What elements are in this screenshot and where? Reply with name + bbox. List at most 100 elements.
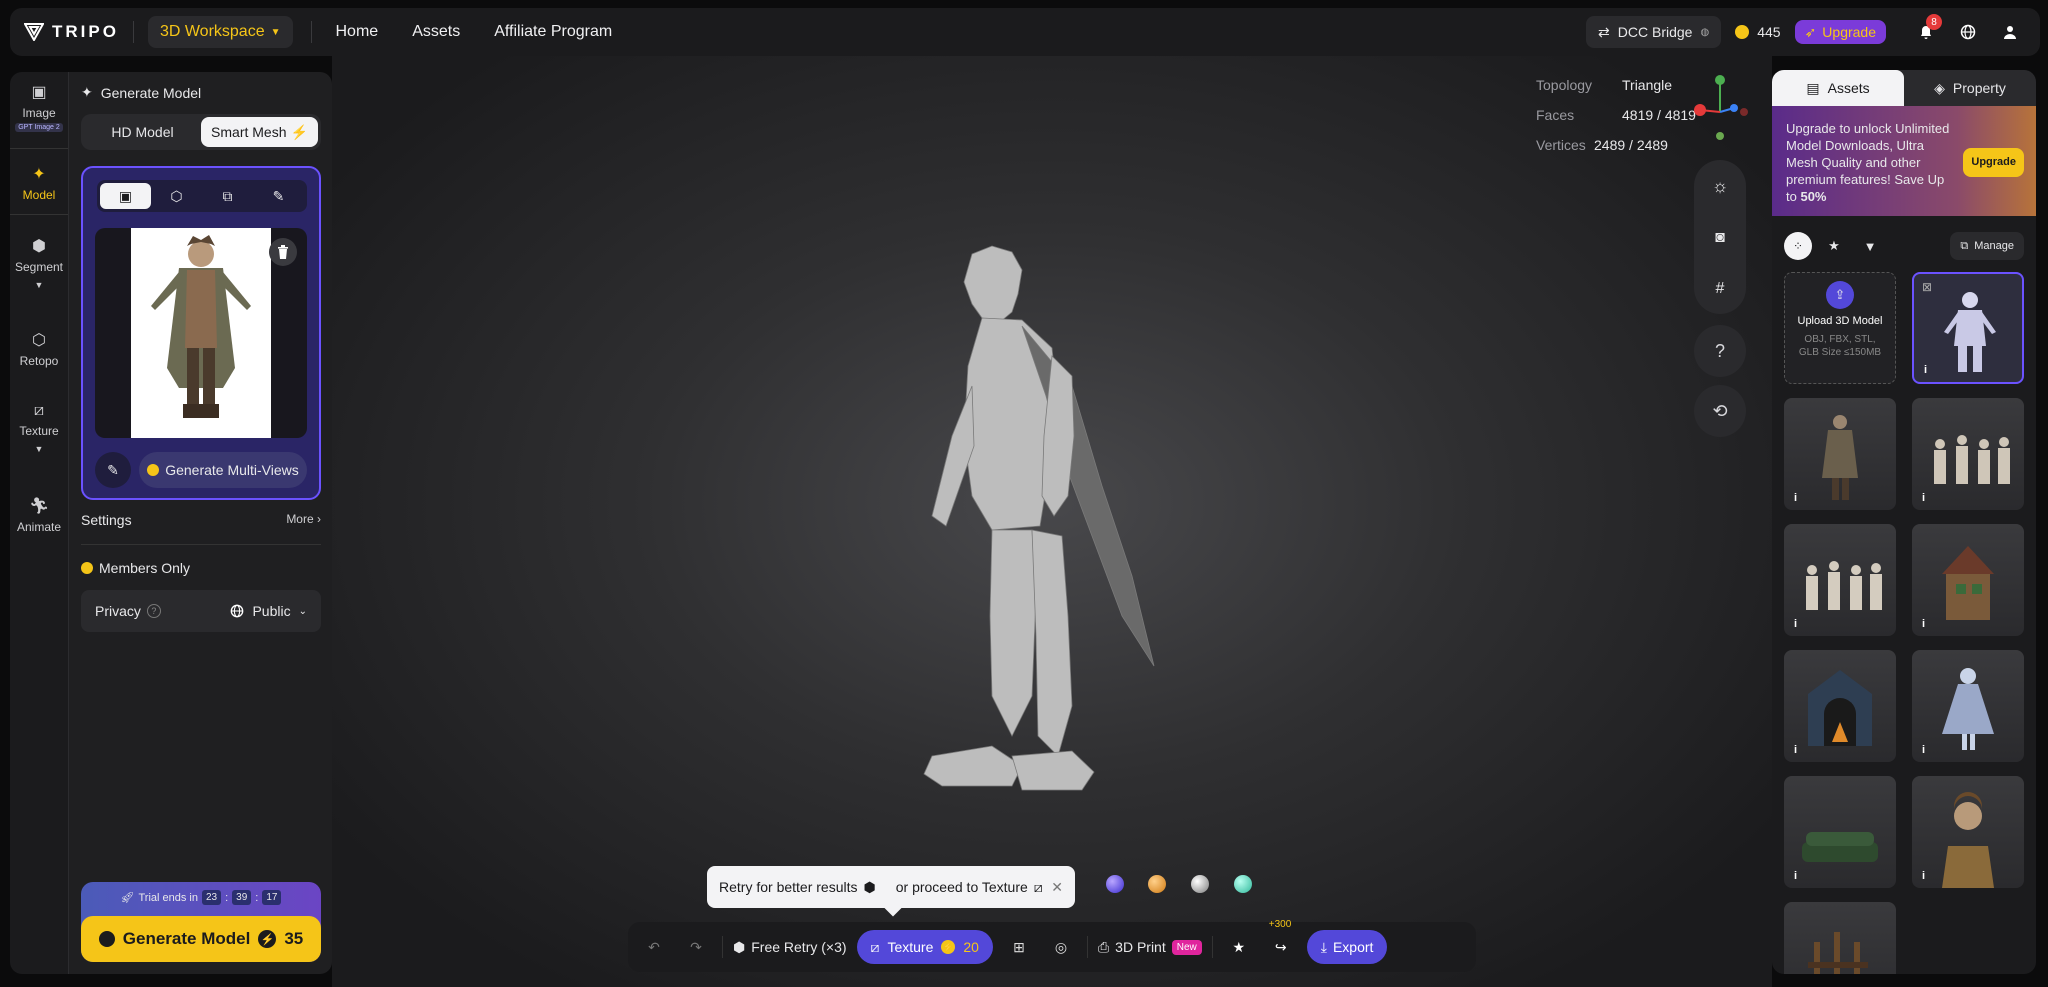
tripo-logo[interactable]: TRIPO xyxy=(24,22,119,42)
share-icon: ↪ xyxy=(1274,938,1287,955)
rail-item-label: Retopo xyxy=(19,354,59,368)
info-icon[interactable]: i xyxy=(1794,870,1797,882)
generate-cost: 35 xyxy=(284,929,304,948)
asset-thumbnail[interactable]: i xyxy=(1784,650,1896,762)
upload-3d-model-card[interactable]: ⇪ Upload 3D Model OBJ, FBX, STL, GLB Siz… xyxy=(1784,272,1896,384)
close-icon[interactable]: ✕ xyxy=(1051,879,1063,896)
rail-item-animate[interactable]: 🏃︎ Animate xyxy=(10,496,68,534)
asset-thumbnail[interactable]: i xyxy=(1912,650,2024,762)
manage-label: Manage xyxy=(1974,240,2014,252)
tab-multi-image-input[interactable]: ⧉ xyxy=(202,183,253,209)
credits-display[interactable]: 445 xyxy=(1731,16,1784,48)
free-retry-button[interactable]: ⬢ Free Retry (×3) xyxy=(733,939,847,956)
input-type-tabs: ▣ ⬡ ⧉ ✎ xyxy=(97,180,307,212)
grid-icon[interactable]: # xyxy=(1716,280,1725,298)
rail-item-retopo[interactable]: ⬡ Retopo xyxy=(10,330,68,368)
image-icon: ▣ xyxy=(31,84,47,101)
info-icon[interactable]: i xyxy=(1794,744,1797,756)
info-icon[interactable]: i xyxy=(1922,744,1925,756)
help-button[interactable]: ? xyxy=(1694,325,1746,377)
history-button[interactable]: ⟲ xyxy=(1694,385,1746,437)
image-preview[interactable] xyxy=(95,228,307,438)
retry-tooltip: Retry for better results ⬢ or proceed to… xyxy=(707,866,1075,908)
nav-affiliate-program[interactable]: Affiliate Program xyxy=(494,23,612,41)
3d-print-button[interactable]: ⎙ 3D Print New xyxy=(1098,939,1202,956)
info-icon[interactable]: i xyxy=(1922,870,1925,882)
asset-thumbnail[interactable]: ⊠ i xyxy=(1912,272,2024,384)
new-badge: New xyxy=(1171,939,1202,955)
notifications-button[interactable]: 8 xyxy=(1910,14,1942,48)
nav-home[interactable]: Home xyxy=(336,23,379,41)
tab-image-input[interactable]: ▣ xyxy=(100,183,151,209)
lighting-icon[interactable]: ☼ xyxy=(1712,176,1729,197)
tab-text-input[interactable]: ✎ xyxy=(253,183,304,209)
filter-all-button[interactable]: ⁘ xyxy=(1784,232,1812,260)
archive-icon: ▤ xyxy=(1806,79,1820,96)
info-icon[interactable]: i xyxy=(1922,492,1925,504)
edit-image-button[interactable]: ✎ xyxy=(95,452,131,488)
tab-smart-mesh[interactable]: Smart Mesh ⚡ xyxy=(201,117,318,147)
material-orange-swatch[interactable] xyxy=(1148,875,1166,893)
asset-thumbnail[interactable] xyxy=(1784,902,1896,974)
material-gray-swatch[interactable] xyxy=(1191,875,1209,893)
tab-hd-model[interactable]: HD Model xyxy=(84,117,201,147)
tab-assets[interactable]: ▤ Assets xyxy=(1772,70,1904,106)
rail-item-image[interactable]: ▣ Image GPT Image 2 xyxy=(10,82,68,132)
filter-favorites-button[interactable]: ★ xyxy=(1820,232,1848,260)
redo-button[interactable]: ↷ xyxy=(680,931,712,963)
gift-button[interactable]: ⊞ xyxy=(1003,931,1035,963)
asset-thumbnail[interactable]: i xyxy=(1784,776,1896,888)
generate-multi-views-button[interactable]: Generate Multi-Views xyxy=(139,452,307,488)
generate-model-button[interactable]: Generate Model ⚡ 35 xyxy=(81,916,321,962)
asset-thumbnail[interactable]: i xyxy=(1912,776,2024,888)
info-icon[interactable]: i xyxy=(1922,618,1925,630)
dcc-bridge-button[interactable]: ⇄ DCC Bridge ◍ xyxy=(1586,16,1722,48)
rail-item-segment[interactable]: ⬢ Segment ▼ xyxy=(10,236,68,290)
share-button[interactable]: ↪ +300 xyxy=(1265,919,1297,963)
material-purple-swatch[interactable] xyxy=(1106,875,1124,893)
asset-thumbnail[interactable]: i xyxy=(1784,524,1896,636)
undo-button[interactable]: ↶ xyxy=(638,931,670,963)
delete-image-button[interactable] xyxy=(269,238,297,266)
more-settings-link[interactable]: More › xyxy=(286,512,321,528)
camera-icon[interactable]: ◙ xyxy=(1715,229,1725,247)
material-teal-swatch[interactable] xyxy=(1234,875,1252,893)
tab-cube-input[interactable]: ⬡ xyxy=(151,183,202,209)
promo-percent: 50% xyxy=(1800,189,1827,204)
asset-thumbnail[interactable]: i xyxy=(1912,524,2024,636)
manage-button[interactable]: ⧉ Manage xyxy=(1950,232,2024,260)
info-icon[interactable]: i xyxy=(1794,492,1797,504)
info-icon[interactable]: i xyxy=(1924,364,1927,376)
tab-label: Property xyxy=(1952,80,2006,96)
workspace-dropdown[interactable]: 3D Workspace ▼ xyxy=(147,16,293,48)
filter-button[interactable]: ▼ xyxy=(1856,232,1884,260)
3d-viewport[interactable] xyxy=(332,56,1772,987)
input-box: ▣ ⬡ ⧉ ✎ ✎ Generate Multi-Views xyxy=(81,166,321,500)
members-only-row: Members Only xyxy=(81,560,190,576)
nav-assets[interactable]: Assets xyxy=(412,23,460,41)
tab-property[interactable]: ◈ Property xyxy=(1904,70,2036,106)
axis-gizmo-icon[interactable] xyxy=(1690,72,1750,142)
texture-button[interactable]: ⧄ Texture ⚡ 20 xyxy=(856,930,993,964)
globe-icon xyxy=(1960,24,1976,40)
trial-minutes: 39 xyxy=(232,890,252,905)
info-icon[interactable]: i xyxy=(1794,618,1797,630)
upgrade-button[interactable]: ➶ Upgrade xyxy=(1794,20,1886,44)
help-icon[interactable]: ? xyxy=(146,604,161,618)
asset-thumbnail[interactable]: i xyxy=(1784,398,1896,510)
tab-label: HD Model xyxy=(111,124,174,140)
asset-thumbnail[interactable]: i xyxy=(1912,398,2024,510)
language-button[interactable] xyxy=(1952,16,1984,48)
asset-preview xyxy=(1802,832,1878,862)
orbit-icon: ◎ xyxy=(1054,938,1068,955)
export-button[interactable]: ⤓ Export xyxy=(1306,930,1388,964)
rail-item-model[interactable]: ✦ Model xyxy=(10,164,68,202)
rail-item-texture[interactable]: ⧄ Texture ▼ xyxy=(10,402,68,454)
orbit-button[interactable]: ◎ xyxy=(1045,931,1077,963)
pencil-icon: ✎ xyxy=(107,461,119,478)
favorite-button[interactable]: ★ xyxy=(1223,931,1255,963)
redo-icon: ↷ xyxy=(690,938,702,955)
profile-button[interactable] xyxy=(1994,16,2026,48)
promo-upgrade-button[interactable]: Upgrade xyxy=(1963,148,2024,177)
privacy-dropdown[interactable]: Public ⌄ xyxy=(230,603,307,619)
